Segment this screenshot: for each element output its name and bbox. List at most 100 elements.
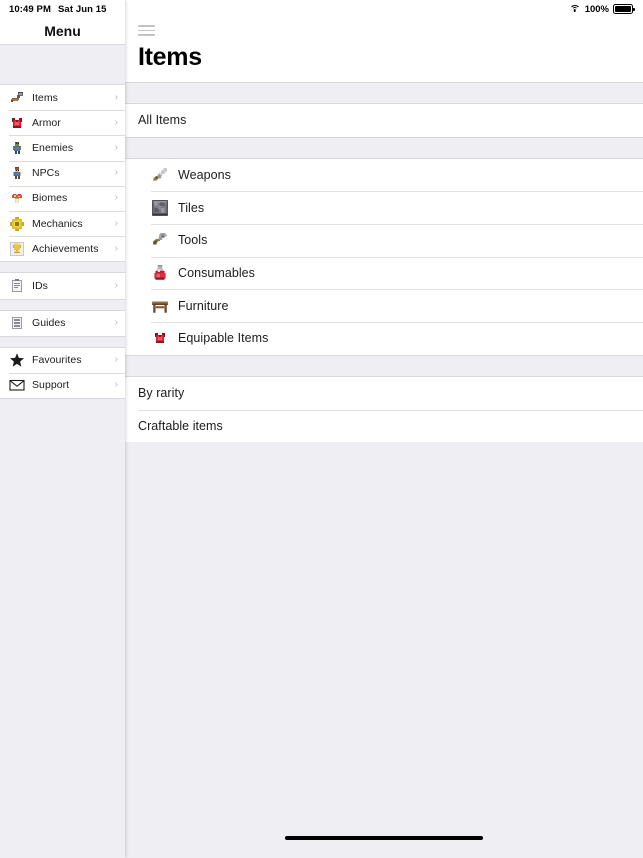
wifi-icon [569, 4, 581, 14]
list-item-tiles[interactable]: Tiles [125, 191, 643, 225]
sidebar-item-label: Achievements [32, 242, 99, 255]
chevron-right-icon: › [114, 317, 118, 329]
list-item-weapons[interactable]: Weapons [125, 158, 643, 192]
chevron-right-icon: › [114, 167, 118, 179]
navigation-bar [125, 18, 643, 37]
sidebar-group: Favourites › Support › [0, 347, 125, 399]
list-item-equipable-items[interactable]: Equipable Items [125, 322, 643, 355]
sidebar-item-label: Biomes [32, 192, 68, 205]
sidebar-item-label: IDs [32, 279, 48, 292]
sidebar-item-label: Enemies [32, 141, 74, 154]
sidebar-item-label: Favourites [32, 354, 82, 367]
list-item-label: Consumables [178, 266, 255, 281]
sidebar-item-guides[interactable]: Guides › [0, 310, 125, 336]
app-root: 10:49 PM Sat Jun 15 Menu Items › Armor › Ene… [0, 0, 643, 858]
sidebar-group: IDs › [0, 273, 125, 299]
list-item-label: Furniture [178, 298, 229, 313]
list-item-label: By rarity [138, 386, 185, 401]
sidebar-groups: Items › Armor › Enemies › NPCs › Biomes › Mechanic… [0, 85, 125, 399]
sidebar-item-npcs[interactable]: NPCs › [0, 160, 125, 186]
sidebar-group: Guides › [0, 310, 125, 336]
list-item-label: Craftable items [138, 418, 223, 433]
chevron-right-icon: › [114, 116, 118, 128]
status-bar-right: 100% [125, 0, 643, 18]
section-list: Weapons Tiles Tools Consumables Furniture Equ… [125, 158, 643, 355]
cog-icon [9, 216, 25, 232]
sidebar-item-achievements[interactable]: Achievements › [0, 236, 125, 262]
list-item-consumables[interactable]: Consumables [125, 256, 643, 290]
sidebar-bottom-fill [0, 398, 125, 858]
list-item-label: All Items [138, 113, 187, 128]
sidebar-item-label: Items [32, 91, 58, 104]
npc-guide-icon [9, 165, 25, 181]
warhammer-icon [9, 90, 25, 106]
sidebar-item-label: Guides [32, 317, 66, 330]
sidebar-group-separator [0, 261, 125, 274]
sidebar-group: Items › Armor › Enemies › NPCs › Biomes › Mechanic… [0, 85, 125, 262]
breastplate-icon [151, 329, 169, 347]
section-list: By rarity Craftable items [125, 376, 643, 443]
chevron-right-icon: › [114, 279, 118, 291]
sidebar-item-support[interactable]: Support › [0, 372, 125, 399]
mushroom-icon [9, 190, 25, 206]
chevron-right-icon: › [114, 379, 118, 391]
sidebar-group-separator [0, 298, 125, 311]
chevron-right-icon: › [114, 141, 118, 153]
trophy-icon [9, 241, 25, 257]
section-list: All Items [125, 104, 643, 137]
sidebar-title: Menu [44, 23, 81, 39]
empty-area [125, 442, 643, 830]
sidebar-item-favourites[interactable]: Favourites › [0, 347, 125, 373]
sidebar-item-label: Support [32, 379, 70, 392]
pickaxe-icon [151, 231, 169, 249]
sidebar-item-items[interactable]: Items › [0, 85, 125, 111]
status-date: Sat Jun 15 [58, 3, 107, 15]
hamburger-menu-icon[interactable] [138, 24, 155, 37]
page-title: Items [125, 37, 643, 82]
breastplate-icon [9, 115, 25, 131]
clipboard-icon [9, 278, 25, 294]
sidebar-item-biomes[interactable]: Biomes › [0, 185, 125, 211]
star-icon [9, 352, 25, 368]
list-item-label: Tools [178, 233, 208, 248]
chevron-right-icon: › [114, 242, 118, 254]
sidebar: 10:49 PM Sat Jun 15 Menu Items › Armor › Ene… [0, 0, 125, 858]
list-item-craftable-items[interactable]: Craftable items [125, 409, 643, 443]
stone-block-icon [151, 199, 169, 217]
envelope-icon [9, 377, 25, 393]
battery-full-icon [613, 4, 635, 14]
sword-icon [151, 166, 169, 184]
zombie-icon [9, 140, 25, 156]
chevron-right-icon: › [114, 192, 118, 204]
sidebar-item-label: Mechanics [32, 217, 83, 230]
sidebar-item-enemies[interactable]: Enemies › [0, 135, 125, 161]
sidebar-item-mechanics[interactable]: Mechanics › [0, 210, 125, 237]
list-item-tools[interactable]: Tools [125, 224, 643, 257]
status-time: 10:49 PM [9, 3, 51, 15]
section-spacer [125, 136, 643, 159]
home-indicator[interactable] [285, 836, 483, 840]
battery-percent-label: 100% [584, 3, 609, 15]
main-panel: 100% Items All Items Weapons Tiles Tools Con… [125, 0, 643, 858]
book-shelf-icon [9, 315, 25, 331]
sidebar-top-spacer [0, 44, 125, 85]
list-item-by-rarity[interactable]: By rarity [125, 376, 643, 410]
chevron-right-icon: › [114, 354, 118, 366]
content-sections: All Items Weapons Tiles Tools Consumables Fur… [125, 82, 643, 443]
list-item-all-items[interactable]: All Items [125, 104, 643, 137]
list-item-label: Tiles [178, 200, 205, 215]
potion-icon [151, 264, 169, 282]
list-item-label: Equipable Items [178, 331, 269, 346]
list-item-furniture[interactable]: Furniture [125, 289, 643, 323]
sidebar-item-armor[interactable]: Armor › [0, 110, 125, 136]
sidebar-item-ids[interactable]: IDs › [0, 273, 125, 299]
sidebar-group-separator [0, 335, 125, 348]
sidebar-item-label: Armor [32, 116, 61, 129]
status-bar-left: 10:49 PM Sat Jun 15 [0, 0, 125, 18]
chevron-right-icon: › [114, 91, 118, 103]
section-spacer [125, 354, 643, 377]
home-indicator-area [125, 830, 643, 858]
sidebar-item-label: NPCs [32, 167, 60, 180]
table-icon [151, 297, 169, 315]
chevron-right-icon: › [114, 217, 118, 229]
